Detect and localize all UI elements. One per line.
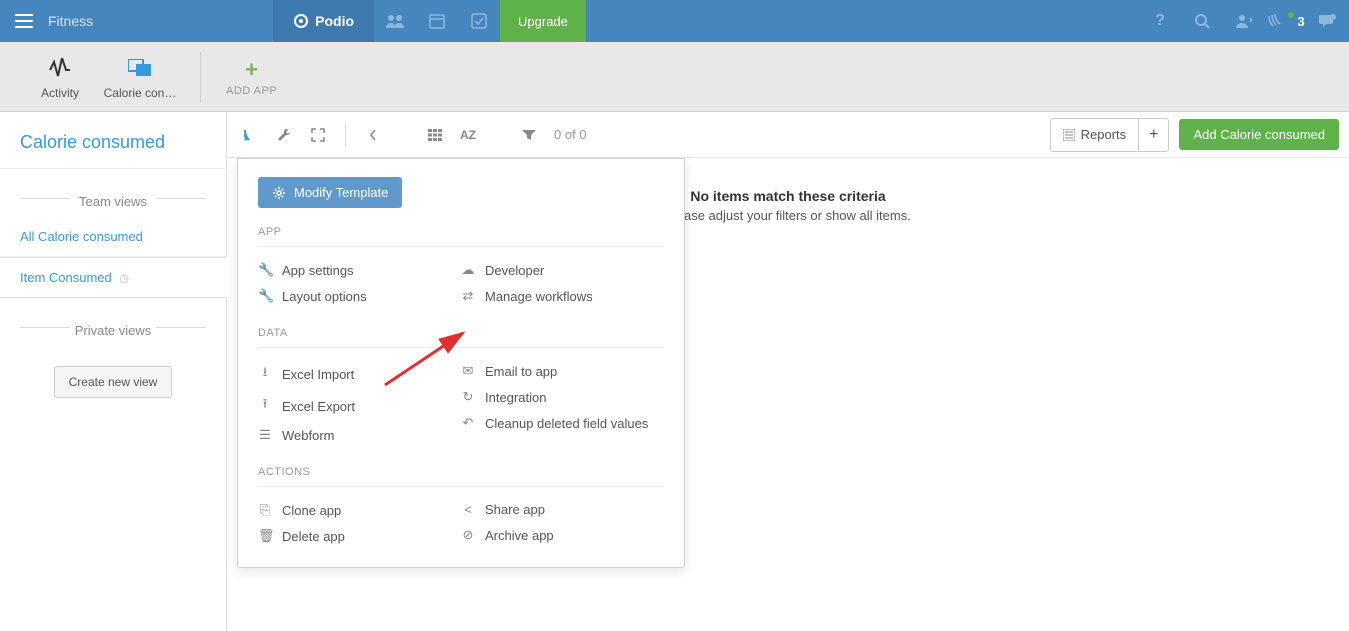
excel-import-item[interactable]: ⭳Excel Import xyxy=(258,358,461,390)
cleanup-item[interactable]: ↶Cleanup deleted field values xyxy=(461,410,664,436)
reports-button-group: Reports + xyxy=(1050,118,1170,152)
add-app-button[interactable]: + ADD APP xyxy=(200,52,277,102)
excel-export-item[interactable]: ⭱Excel Export xyxy=(258,390,461,422)
wrench-icon: 🔧 xyxy=(258,262,272,278)
sort-button[interactable]: AZ xyxy=(456,122,480,148)
help-icon[interactable]: ? xyxy=(1139,0,1181,42)
views-sidebar: Calorie consumed Team views All Calorie … xyxy=(0,112,227,631)
notifications-icon[interactable]: 3 xyxy=(1265,0,1307,42)
manage-workflows-item[interactable]: ⇄Manage workflows xyxy=(461,283,664,309)
reports-add-button[interactable]: + xyxy=(1138,119,1168,151)
export-icon: ⭱ xyxy=(258,395,272,417)
user-menu-icon[interactable] xyxy=(1223,0,1265,42)
grid-view-icon[interactable] xyxy=(422,122,448,148)
app-title: Calorie consumed xyxy=(0,112,226,169)
item-count: 0 of 0 xyxy=(554,127,587,142)
import-icon: ⭳ xyxy=(258,363,272,385)
chevron-left-icon[interactable] xyxy=(360,122,386,148)
view-all-calorie[interactable]: All Calorie consumed xyxy=(0,217,226,257)
mail-icon: ✉ xyxy=(461,363,475,379)
app-settings-item[interactable]: 🔧App settings xyxy=(258,257,461,283)
search-icon[interactable] xyxy=(1181,0,1223,42)
reports-icon xyxy=(1063,129,1075,141)
clone-icon: ⎘ xyxy=(258,502,272,518)
reports-button[interactable]: Reports xyxy=(1051,120,1139,149)
add-item-button[interactable]: Add Calorie consumed xyxy=(1179,119,1339,150)
clone-app-item[interactable]: ⎘Clone app xyxy=(258,497,461,523)
dd-section-data: DATA xyxy=(258,327,664,348)
plus-icon: + xyxy=(245,57,258,83)
undo-icon: ↶ xyxy=(461,415,475,431)
list-icon: ☰ xyxy=(258,427,272,443)
topbar: Fitness Podio Upgrade ? 3 xyxy=(0,0,1349,42)
menu-icon[interactable] xyxy=(0,14,48,28)
appbar: Activity Calorie con… + ADD APP xyxy=(0,42,1349,112)
share-icon: < xyxy=(461,502,475,517)
content-toolbar: AZ 0 of 0 Reports + Add Calorie consumed xyxy=(227,112,1349,158)
app-settings-dropdown: Modify Template APP 🔧App settings 🔧Layou… xyxy=(237,158,685,568)
gear-icon xyxy=(272,186,286,200)
cloud-icon: ☁ xyxy=(461,262,475,278)
webform-item[interactable]: ☰Webform xyxy=(258,422,461,448)
create-view-button[interactable]: Create new view xyxy=(54,366,173,398)
appbar-calorie-app[interactable]: Calorie con… xyxy=(100,54,180,100)
email-to-app-item[interactable]: ✉Email to app xyxy=(461,358,664,384)
wrench-icon: 🔧 xyxy=(258,288,272,304)
activity-icon xyxy=(20,54,100,82)
refresh-icon: ↻ xyxy=(461,389,475,405)
modify-template-button[interactable]: Modify Template xyxy=(258,177,402,208)
workflow-icon: ⇄ xyxy=(461,288,475,304)
upgrade-button[interactable]: Upgrade xyxy=(500,0,586,42)
integration-item[interactable]: ↻Integration xyxy=(461,384,664,410)
expand-icon[interactable] xyxy=(305,122,331,148)
layout-options-item[interactable]: 🔧Layout options xyxy=(258,283,461,309)
dd-section-actions: ACTIONS xyxy=(258,466,664,487)
delete-app-item[interactable]: 🗑Delete app xyxy=(258,523,461,549)
clock-icon: ◷ xyxy=(119,273,129,285)
chat-icon[interactable] xyxy=(1307,0,1349,42)
wrench-icon[interactable] xyxy=(271,122,297,148)
team-views-label: Team views xyxy=(0,169,226,217)
podio-logo[interactable]: Podio xyxy=(273,0,374,42)
tasks-icon[interactable] xyxy=(458,0,500,42)
share-app-item[interactable]: <Share app xyxy=(461,497,664,522)
filter-icon[interactable] xyxy=(516,122,542,148)
app-tile-icon xyxy=(100,54,180,82)
view-item-consumed[interactable]: Item Consumed ◷ xyxy=(0,257,226,298)
private-views-label: Private views xyxy=(0,298,226,346)
developer-item[interactable]: ☁Developer xyxy=(461,257,664,283)
content-area: AZ 0 of 0 Reports + Add Calorie consumed xyxy=(227,112,1349,631)
appbar-activity[interactable]: Activity xyxy=(20,54,100,100)
archive-icon: ⊘ xyxy=(461,527,475,543)
workspace-name[interactable]: Fitness xyxy=(48,13,93,29)
archive-app-item[interactable]: ⊘Archive app xyxy=(461,522,664,548)
rss-icon[interactable] xyxy=(237,122,263,148)
trash-icon: 🗑 xyxy=(258,528,272,544)
dd-section-app: APP xyxy=(258,226,664,247)
calendar-icon[interactable] xyxy=(416,0,458,42)
contacts-icon[interactable] xyxy=(374,0,416,42)
notification-count: 3 xyxy=(1297,14,1304,29)
